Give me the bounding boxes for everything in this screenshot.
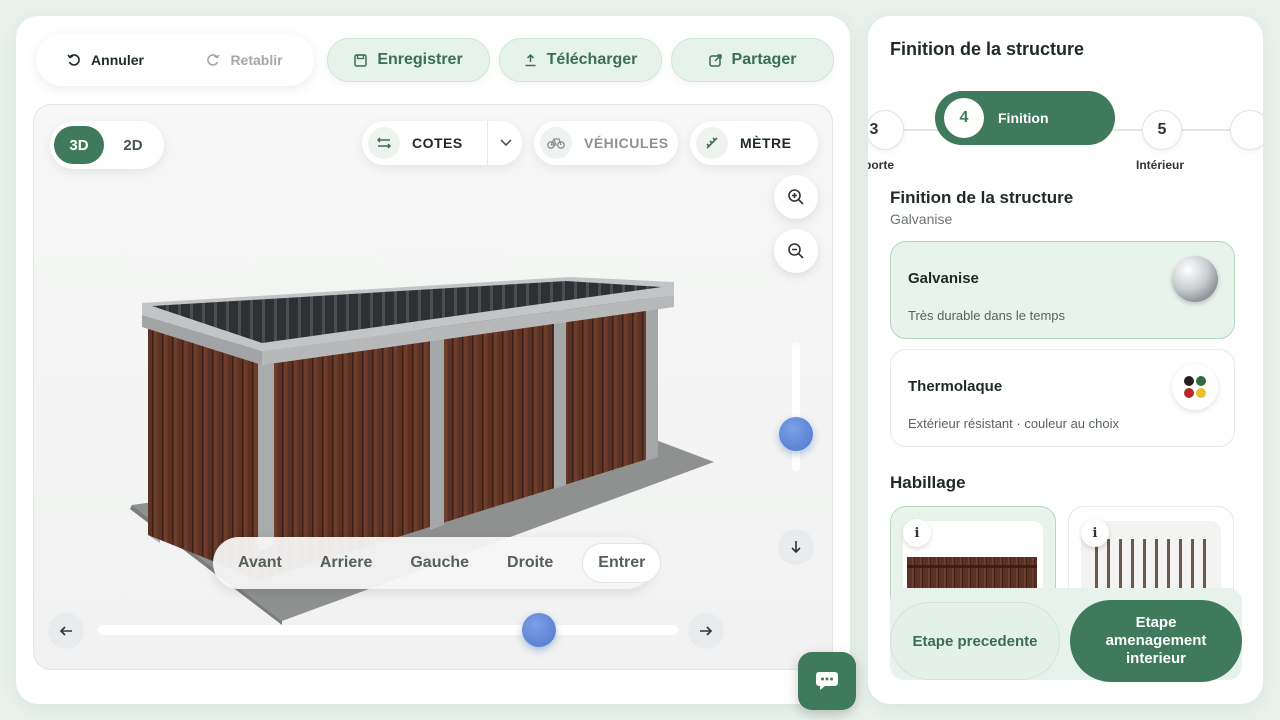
download-button[interactable]: Télécharger [499, 38, 662, 82]
previous-step-button[interactable]: Etape precedente [890, 602, 1060, 680]
vehicules-toggle[interactable]: VÉHICULES [534, 121, 678, 165]
view-mode-toggle: 3D 2D [50, 121, 164, 169]
view-droite-button[interactable]: Droite [488, 543, 572, 583]
dimensions-icon [368, 127, 400, 159]
view-avant-button[interactable]: Avant [219, 543, 301, 583]
step-4-active[interactable]: 4 Finition [935, 91, 1115, 145]
panel-title: Finition de la structure [890, 39, 1085, 59]
option-thermolaque-desc: Extérieur résistant · couleur au choix [908, 416, 1119, 431]
history-group: Annuler Retablir [36, 34, 314, 86]
galvanized-swatch-icon [1172, 256, 1218, 302]
view-arriere-button[interactable]: Arriere [301, 543, 391, 583]
step-5-circle[interactable]: 5 [1142, 110, 1182, 150]
camera-view-bar: Avant Arriere Gauche Droite Entrer [213, 537, 662, 589]
save-icon [354, 53, 368, 67]
arrow-left-icon [59, 625, 73, 637]
zoom-in-icon [787, 188, 805, 206]
cotes-dropdown[interactable]: COTES [362, 121, 522, 165]
share-button[interactable]: Partager [671, 38, 834, 82]
zoom-out-button[interactable] [774, 229, 818, 273]
step-5-label: Intérieur [1136, 158, 1185, 172]
step-3-label: porte [868, 158, 894, 172]
save-label: Enregistrer [377, 51, 463, 68]
undo-icon [67, 53, 81, 67]
undo-label: Annuler [91, 52, 144, 68]
redo-label: Retablir [230, 52, 283, 68]
move-down-button[interactable] [778, 529, 814, 565]
vertical-slider-track[interactable] [792, 343, 800, 471]
step-3-circle[interactable]: 3 [868, 110, 904, 150]
mode-3d-button[interactable]: 3D [54, 126, 104, 164]
finish-section-title: Finition de la structure [890, 188, 1074, 207]
info-icon[interactable]: i [903, 519, 931, 547]
3d-viewer[interactable]: 3D 2D COTES VÉHICULES MÈTRE Avant Arrier… [33, 104, 833, 670]
redo-button[interactable]: Retablir [175, 34, 314, 86]
download-icon [524, 53, 537, 67]
chat-button[interactable] [798, 652, 856, 710]
options-panel: Finition de la structure 3 porte 4 Finit… [868, 16, 1263, 704]
rotate-right-button[interactable] [688, 613, 724, 649]
redo-icon [206, 53, 221, 67]
step-4-label: Finition [998, 110, 1049, 126]
chat-icon [815, 670, 839, 692]
info-icon[interactable]: i [1081, 519, 1109, 547]
configurator-panel: Annuler Retablir Enregistrer Télécharger… [16, 16, 850, 704]
step-4-number: 4 [944, 98, 984, 138]
arrow-down-icon [790, 540, 802, 554]
color-palette-icon [1172, 364, 1218, 410]
step-progress: 3 porte 4 Finition 5 Intérieur [868, 88, 1263, 172]
share-label: Partager [731, 51, 797, 68]
cotes-label: COTES [412, 135, 463, 151]
vertical-slider-thumb[interactable] [779, 417, 813, 451]
step-5-number: 5 [1157, 121, 1167, 138]
save-button[interactable]: Enregistrer [327, 38, 490, 82]
option-thermolaque-name: Thermolaque [908, 378, 1003, 395]
metre-toggle[interactable]: MÈTRE [690, 121, 818, 165]
option-thermolaque[interactable]: Thermolaque Extérieur résistant · couleu… [890, 349, 1235, 447]
horizontal-slider-track[interactable] [98, 625, 678, 635]
option-galvanise-desc: Très durable dans le temps [908, 308, 1066, 323]
next-step-button[interactable]: Etape amenagement interieur [1070, 600, 1242, 682]
cladding-section-title: Habillage [890, 473, 966, 492]
view-gauche-button[interactable]: Gauche [391, 543, 488, 583]
undo-button[interactable]: Annuler [36, 34, 175, 86]
option-galvanise[interactable]: Galvanise Très durable dans le temps [890, 241, 1235, 339]
mode-2d-button[interactable]: 2D [108, 126, 158, 164]
download-label: Télécharger [546, 51, 638, 68]
option-galvanise-name: Galvanise [908, 270, 979, 287]
finish-current-value: Galvanise [890, 211, 953, 227]
metre-label: MÈTRE [740, 135, 792, 151]
vehicules-label: VÉHICULES [584, 135, 669, 151]
share-icon [708, 53, 722, 67]
zoom-in-button[interactable] [774, 175, 818, 219]
rotate-left-button[interactable] [48, 613, 84, 649]
zoom-out-icon [787, 242, 805, 260]
step-6-circle[interactable] [1230, 110, 1263, 150]
arrow-right-icon [699, 625, 713, 637]
bike-icon [540, 127, 572, 159]
ruler-icon [696, 127, 728, 159]
step-3-number: 3 [869, 121, 879, 138]
chevron-down-icon [500, 139, 512, 147]
view-entrer-button[interactable]: Entrer [582, 543, 662, 583]
horizontal-slider-thumb[interactable] [522, 613, 556, 647]
